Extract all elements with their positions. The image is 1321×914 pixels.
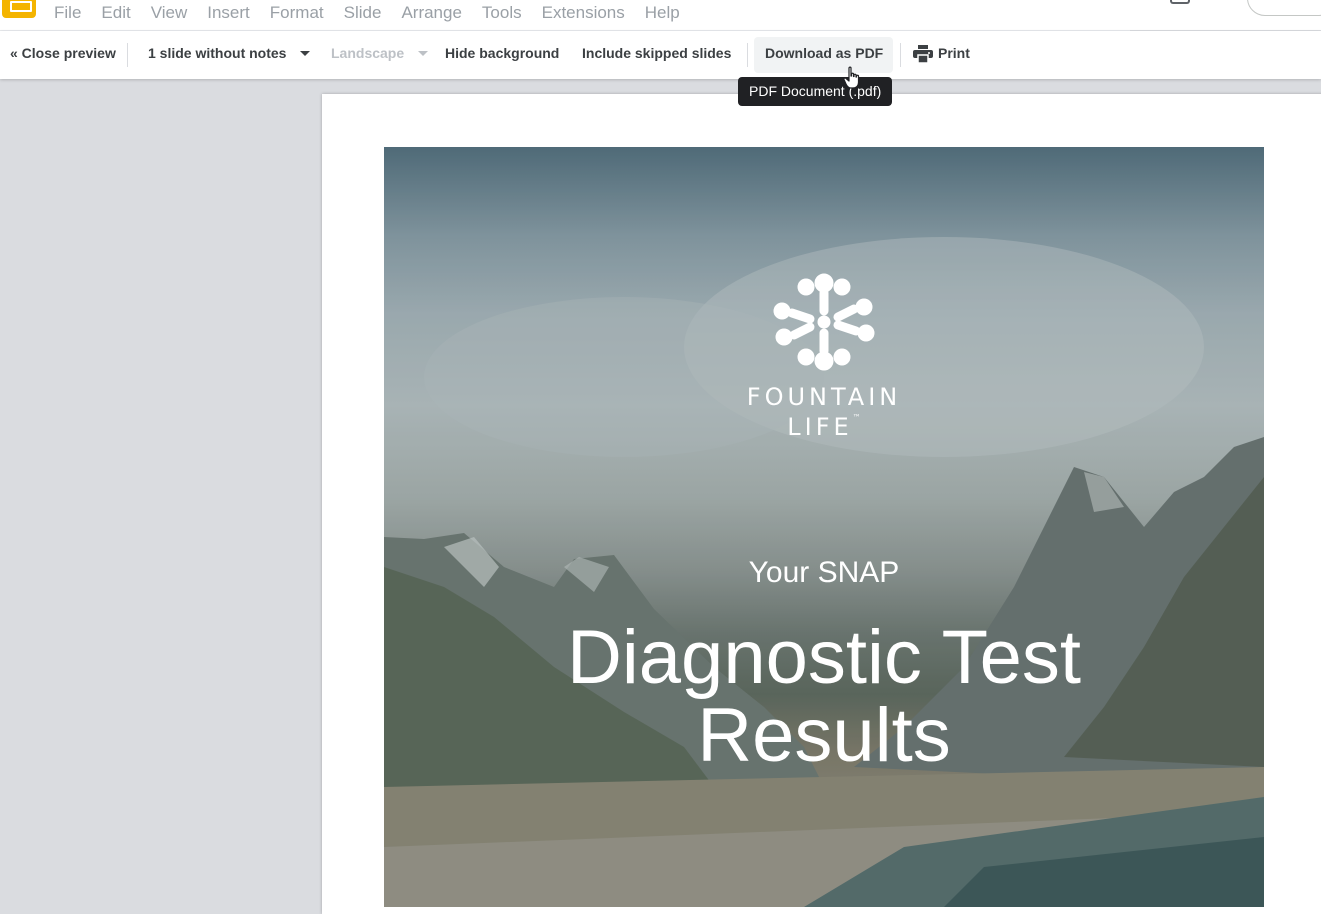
- toolbar-divider: [127, 43, 128, 67]
- brand-name-line1: FOUNTAIN: [746, 383, 902, 411]
- menu-list: File Edit View Insert Format Slide Arran…: [54, 3, 700, 23]
- download-as-pdf-button[interactable]: Download as PDF: [765, 45, 883, 61]
- close-preview-button[interactable]: « Close preview: [10, 45, 116, 61]
- menu-edit[interactable]: Edit: [101, 3, 130, 23]
- include-skipped-slides-button[interactable]: Include skipped slides: [582, 45, 731, 61]
- menu-arrange[interactable]: Arrange: [401, 3, 461, 23]
- slide-title-line2: Results: [697, 693, 951, 778]
- brand-name-line2: LIFE™: [384, 413, 1264, 441]
- trademark-symbol: ™: [852, 413, 861, 422]
- menu-insert[interactable]: Insert: [207, 3, 250, 23]
- slide-title: Diagnostic Test Results: [384, 619, 1264, 775]
- menu-help[interactable]: Help: [645, 3, 680, 23]
- print-preview-toolbar: « Close preview 1 slide without notes La…: [0, 31, 1321, 79]
- slide-overlay: [384, 147, 1264, 907]
- fountain-life-logo: [773, 273, 875, 371]
- printer-icon[interactable]: [913, 45, 933, 63]
- menu-file[interactable]: File: [54, 3, 81, 23]
- slide-title-line1: Diagnostic Test: [567, 615, 1081, 700]
- comments-icon[interactable]: [1170, 0, 1190, 4]
- orientation-dropdown: Landscape: [331, 45, 429, 61]
- caret-down-icon: [300, 50, 311, 56]
- menu-bar: File Edit View Insert Format Slide Arran…: [0, 0, 1321, 31]
- hand-cursor-icon: [843, 66, 860, 89]
- hide-background-button[interactable]: Hide background: [445, 45, 559, 61]
- menu-slide[interactable]: Slide: [344, 3, 382, 23]
- menu-tools[interactable]: Tools: [482, 3, 522, 23]
- toolbar-divider: [747, 43, 748, 67]
- menu-format[interactable]: Format: [270, 3, 324, 23]
- menu-extensions[interactable]: Extensions: [542, 3, 625, 23]
- toolbar-divider: [900, 43, 901, 67]
- slide-preview: FOUNTAIN LIFE™ Your SNAP Diagnostic Test…: [384, 147, 1264, 907]
- orientation-label: Landscape: [331, 45, 405, 61]
- slides-notes-label: 1 slide without notes: [148, 45, 287, 61]
- brand-life-text: LIFE: [787, 413, 853, 441]
- share-button[interactable]: [1247, 0, 1321, 16]
- print-button[interactable]: Print: [938, 45, 970, 61]
- slides-notes-dropdown[interactable]: 1 slide without notes: [148, 45, 311, 61]
- slides-app-icon[interactable]: [2, 0, 36, 18]
- slide-subtitle: Your SNAP: [748, 556, 900, 589]
- pdf-tooltip: PDF Document (.pdf): [738, 77, 893, 106]
- caret-down-icon: [418, 50, 429, 56]
- menu-view[interactable]: View: [151, 3, 188, 23]
